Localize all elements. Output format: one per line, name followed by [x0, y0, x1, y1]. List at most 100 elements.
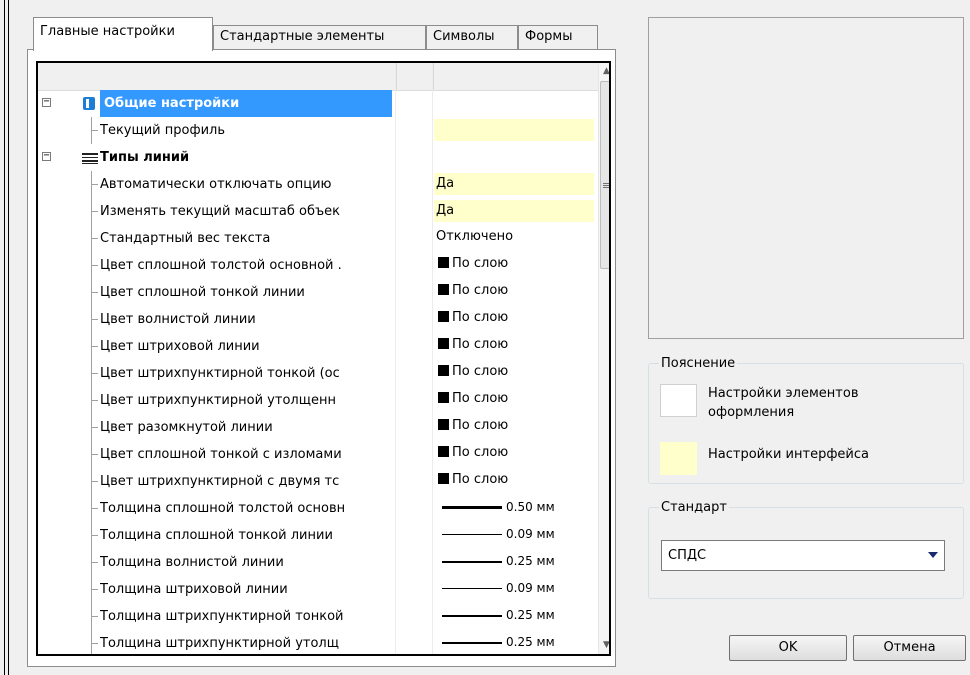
property-label: Цвет штрихпунктирной утолщенн [100, 393, 336, 408]
property-value-text: 0.25 мм [506, 635, 555, 649]
property-label: Толщина сплошной толстой основн [100, 501, 346, 516]
property-value[interactable]: 0.50 мм [434, 495, 594, 519]
tab-main-settings[interactable]: Главные настройки [33, 17, 213, 51]
color-swatch [438, 338, 449, 349]
property-value[interactable]: 0.09 мм [434, 522, 594, 546]
grid-row[interactable]: Толщина сплошной тонкой линии 0.09 мм [38, 522, 598, 549]
property-label: Стандартный вес текста [100, 231, 271, 246]
property-value[interactable]: По слою [434, 414, 594, 438]
property-label: Толщина волнистой линии [100, 555, 284, 570]
scroll-down-icon[interactable]: ▼ [599, 637, 609, 654]
property-value[interactable]: По слою [434, 252, 594, 276]
line-weight-sample [442, 506, 502, 509]
color-swatch [438, 419, 449, 430]
line-weight-sample [442, 641, 502, 644]
property-value[interactable]: По слою [434, 441, 594, 465]
property-value[interactable]: Да [434, 200, 594, 222]
tab-forms[interactable]: Формы [518, 25, 598, 49]
property-value-text: По слою [452, 256, 509, 271]
grid-row[interactable]: Цвет штрихпунктирной утолщенн По слою [38, 387, 598, 414]
tree-line [91, 292, 98, 293]
grid-row[interactable]: Текущий профиль [38, 117, 598, 144]
tree-line [91, 589, 98, 590]
property-value[interactable]: По слою [434, 306, 594, 330]
line-weight-sample [442, 534, 502, 535]
tree-line [91, 535, 98, 536]
property-value-text: По слою [452, 391, 509, 406]
grid-row[interactable]: Цвет штриховой линии По слою [38, 333, 598, 360]
grid-row[interactable]: Цвет сплошной тонкой с изломами По слою [38, 441, 598, 468]
property-value[interactable]: По слою [434, 387, 594, 411]
collapse-toggle-icon[interactable]: − [42, 151, 51, 161]
grid-row[interactable]: Толщина волнистой линии 0.25 мм [38, 549, 598, 576]
tree-line [91, 400, 98, 401]
property-label: Цвет сплошной тонкой с изломами [100, 447, 342, 462]
line-weight-sample [442, 560, 502, 563]
property-value-text: По слою [452, 337, 509, 352]
tree-line [91, 643, 98, 644]
tab-symbols[interactable]: Символы [426, 25, 518, 49]
property-value[interactable]: 0.09 мм [434, 576, 594, 600]
standard-select-value: СПДС [668, 548, 707, 563]
vertical-scrollbar[interactable]: ▲ ≡ ▼ [598, 63, 609, 654]
legend-title: Пояснение [659, 356, 738, 371]
grid-row[interactable]: Цвет сплошной тонкой линии По слою [38, 279, 598, 306]
property-value-text: 0.09 мм [506, 527, 555, 541]
property-value[interactable]: Отключено [434, 225, 594, 249]
property-value[interactable]: По слою [434, 333, 594, 357]
grid-row[interactable]: Цвет штрихпунктирной с двумя тс По слою [38, 468, 598, 495]
scroll-thumb[interactable] [600, 81, 609, 269]
property-value[interactable]: 0.25 мм [434, 630, 594, 654]
grid-row[interactable]: Стандартный вес текста Отключено [38, 225, 598, 252]
property-label: Цвет штрихпунктирной тонкой (ос [100, 366, 340, 381]
line-weight-sample [442, 614, 502, 617]
chevron-down-icon[interactable] [928, 552, 938, 558]
property-value-text: 0.25 мм [506, 554, 555, 568]
ok-button[interactable]: OK [729, 635, 847, 661]
property-value[interactable]: Да [434, 173, 594, 195]
grid-row[interactable]: Толщина штриховой линии 0.09 мм [38, 576, 598, 603]
tree-line [91, 427, 98, 428]
property-value[interactable]: По слою [434, 279, 594, 303]
property-value[interactable]: По слою [434, 360, 594, 384]
property-value[interactable]: 0.25 мм [434, 603, 594, 627]
property-value-text: Да [436, 203, 455, 218]
tree-line [91, 265, 98, 266]
grid-row[interactable]: Цвет волнистой линии По слою [38, 306, 598, 333]
legend-label-interface: Настройки интерфейса [708, 447, 869, 462]
property-label: Толщина сплошной тонкой линии [100, 528, 333, 543]
grid-header [38, 63, 598, 91]
tree-line [91, 130, 98, 131]
grid-row[interactable]: Толщина штрихпунктирной утолщ 0.25 мм [38, 630, 598, 654]
tab-standard-elements[interactable]: Стандартные элементы [213, 25, 426, 49]
grid-row[interactable]: Цвет разомкнутой линии По слою [38, 414, 598, 441]
property-value[interactable]: 0.25 мм [434, 549, 594, 573]
grid-row[interactable]: Автоматически отключать опцию Да [38, 171, 598, 198]
grid-row[interactable]: Цвет сплошной толстой основной . По слою [38, 252, 598, 279]
grid-row[interactable]: Толщина сплошной толстой основн 0.50 мм [38, 495, 598, 522]
grid-row[interactable]: Цвет штрихпунктирной тонкой (ос По слою [38, 360, 598, 387]
tree-line [91, 238, 98, 239]
tree-line [91, 454, 98, 455]
scroll-up-icon[interactable]: ▲ [599, 63, 609, 80]
grid-row[interactable]: Толщина штрихпунктирной тонкой 0.25 мм [38, 603, 598, 630]
color-swatch [438, 446, 449, 457]
property-label: Толщина штрихпунктирной тонкой [100, 609, 344, 624]
property-value[interactable]: По слою [434, 468, 594, 492]
property-label: Цвет штрихпунктирной с двумя тс [100, 474, 340, 489]
standard-select[interactable]: СПДС [661, 540, 945, 571]
grid-group-row[interactable]: − Общие настройки [38, 90, 598, 117]
collapse-toggle-icon[interactable]: − [42, 97, 51, 107]
property-value-text: По слою [452, 472, 509, 487]
grid-row[interactable]: Изменять текущий масштаб объек Да [38, 198, 598, 225]
legend-swatch-yellow [660, 442, 697, 475]
color-swatch [438, 473, 449, 484]
property-grid: − Общие настройки Текущий профиль − Типы лин… [36, 61, 611, 656]
property-label: Автоматически отключать опцию [100, 177, 332, 192]
cancel-button[interactable]: Отмена [853, 635, 966, 661]
tree-line [91, 562, 98, 563]
grid-group-row[interactable]: − Типы линий [38, 144, 598, 171]
tree-line [91, 481, 98, 482]
property-label: Цвет штриховой линии [100, 339, 260, 354]
property-value[interactable] [434, 119, 594, 141]
